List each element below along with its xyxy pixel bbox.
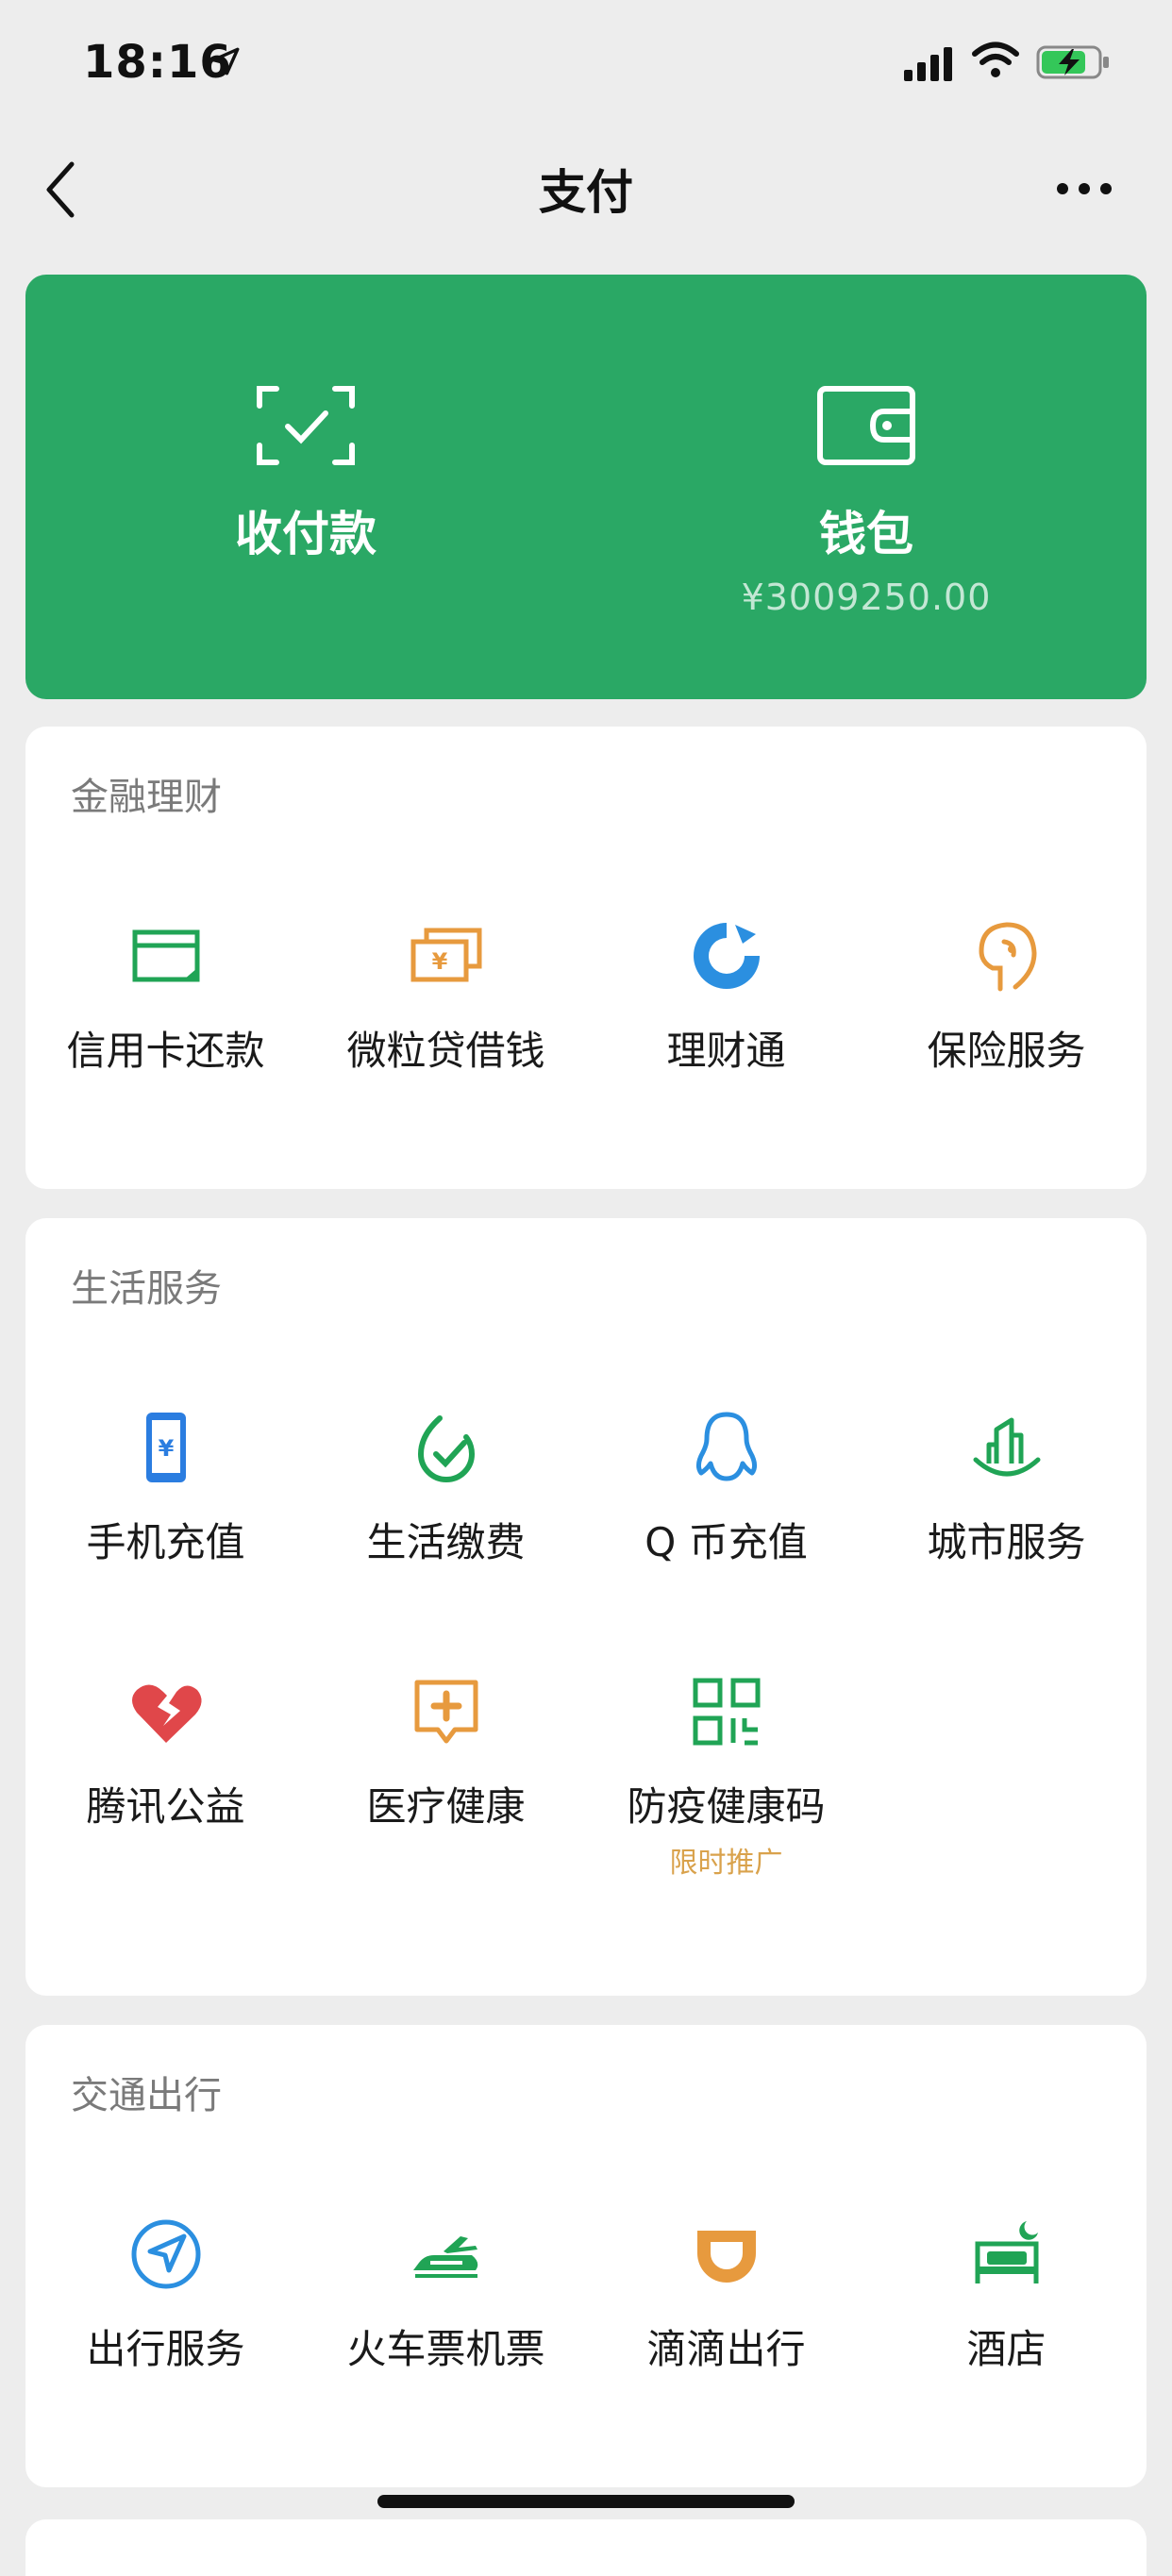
- life-services-card: 生活服务 ¥ 手机充值 生活缴费 Q 币充值 城市服务 腾讯公益 医疗健康 防疫…: [25, 1218, 1147, 1996]
- health-code-item[interactable]: 防疫健康码 限时推广: [586, 1671, 866, 1880]
- grid-item-label: 信用卡还款: [66, 1028, 265, 1074]
- qr-code-icon: [693, 1678, 760, 1746]
- utility-bill-icon: [417, 1415, 475, 1482]
- grid-item-label: 手机充值: [86, 1519, 245, 1565]
- city-service-item[interactable]: 城市服务: [866, 1407, 1147, 1596]
- finance-card: 金融理财 信用卡还款 ¥ 微粒贷借钱 理财通 保险服务: [25, 727, 1147, 1189]
- status-bar: 18:16: [0, 0, 1172, 123]
- cellular-signal-icon: [904, 47, 952, 81]
- pay-receive-button[interactable]: 收付款: [25, 275, 586, 699]
- insurance-item[interactable]: 保险服务: [866, 915, 1147, 1104]
- grid-item-label: 理财通: [666, 1028, 786, 1074]
- licaitong-item[interactable]: 理财通: [586, 915, 866, 1104]
- pay-receive-label: 收付款: [235, 507, 377, 561]
- credit-card-icon: [132, 929, 199, 982]
- wallet-balance: ¥3009250.00: [741, 577, 992, 618]
- home-indicator[interactable]: [377, 2495, 795, 2508]
- phone-topup-item[interactable]: ¥ 手机充值: [25, 1407, 306, 1596]
- tencent-charity-item[interactable]: 腾讯公益: [25, 1671, 306, 1860]
- grid-item-label: 酒店: [966, 2326, 1046, 2372]
- wallet-button[interactable]: 钱包 ¥3009250.00: [586, 275, 1147, 699]
- grid-item-label: 生活缴费: [366, 1519, 526, 1565]
- didi-icon: [696, 2231, 756, 2283]
- grid-item-label: 微粒贷借钱: [346, 1028, 545, 1074]
- grid-item-label: 医疗健康: [366, 1783, 526, 1830]
- navigation-icon: [131, 2219, 200, 2289]
- wifi-icon: [972, 42, 1019, 77]
- grid-item-label: 出行服务: [86, 2326, 245, 2372]
- travel-service-item[interactable]: 出行服务: [25, 2214, 306, 2402]
- wealth-icon: [693, 923, 760, 989]
- page-title: 支付: [539, 165, 633, 220]
- travel-card: 交通出行 出行服务 火车票机票 滴滴出行 酒店: [25, 2025, 1147, 2487]
- svg-text:¥: ¥: [158, 1435, 174, 1462]
- hotel-bed-icon: [975, 2221, 1038, 2283]
- weilidai-loan-item[interactable]: ¥ 微粒贷借钱: [306, 915, 586, 1104]
- wallet-label: 钱包: [819, 507, 913, 561]
- grid-item-label: 腾讯公益: [86, 1783, 245, 1830]
- insurance-icon: [978, 922, 1037, 992]
- travel-section-title: 交通出行: [71, 2074, 222, 2117]
- svg-text:¥: ¥: [431, 948, 447, 975]
- wallet-icon: [817, 386, 915, 465]
- charity-heart-icon: [131, 1684, 202, 1743]
- grid-item-label: 滴滴出行: [646, 2326, 806, 2372]
- location-arrow-icon: [211, 47, 240, 75]
- pay-wallet-card: 收付款 钱包 ¥3009250.00: [25, 275, 1147, 699]
- didi-item[interactable]: 滴滴出行: [586, 2214, 866, 2402]
- utility-bill-item[interactable]: 生活缴费: [306, 1407, 586, 1596]
- grid-item-label: 城市服务: [927, 1519, 1086, 1565]
- grid-item-label: 保险服务: [927, 1028, 1086, 1074]
- medical-health-item[interactable]: 医疗健康: [306, 1671, 586, 1860]
- medical-icon: [414, 1680, 477, 1744]
- grid-item-label: 防疫健康码: [627, 1783, 826, 1830]
- grid-item-label: 火车票机票: [346, 2326, 545, 2372]
- more-dots-icon[interactable]: [1055, 179, 1113, 198]
- next-section-card: [25, 2519, 1147, 2576]
- city-service-icon: [973, 1417, 1040, 1477]
- qq-penguin-icon: [695, 1412, 757, 1481]
- finance-section-title: 金融理财: [71, 776, 222, 819]
- scan-check-icon: [257, 386, 355, 465]
- yuan-bills-icon: ¥: [410, 928, 481, 982]
- hotel-item[interactable]: 酒店: [866, 2214, 1147, 2402]
- nav-bar: 支付: [0, 132, 1172, 245]
- q-coin-topup-item[interactable]: Q 币充值: [586, 1407, 866, 1596]
- promo-badge: 限时推广: [669, 1847, 783, 1880]
- battery-charging-icon: [1036, 45, 1109, 79]
- grid-item-label: Q 币充值: [645, 1519, 808, 1565]
- train-flight-item[interactable]: 火车票机票: [306, 2214, 586, 2402]
- life-section-title: 生活服务: [71, 1267, 222, 1311]
- train-plane-icon: [412, 2236, 477, 2278]
- phone-topup-icon: ¥: [145, 1413, 186, 1482]
- credit-card-repay-item[interactable]: 信用卡还款: [25, 915, 306, 1104]
